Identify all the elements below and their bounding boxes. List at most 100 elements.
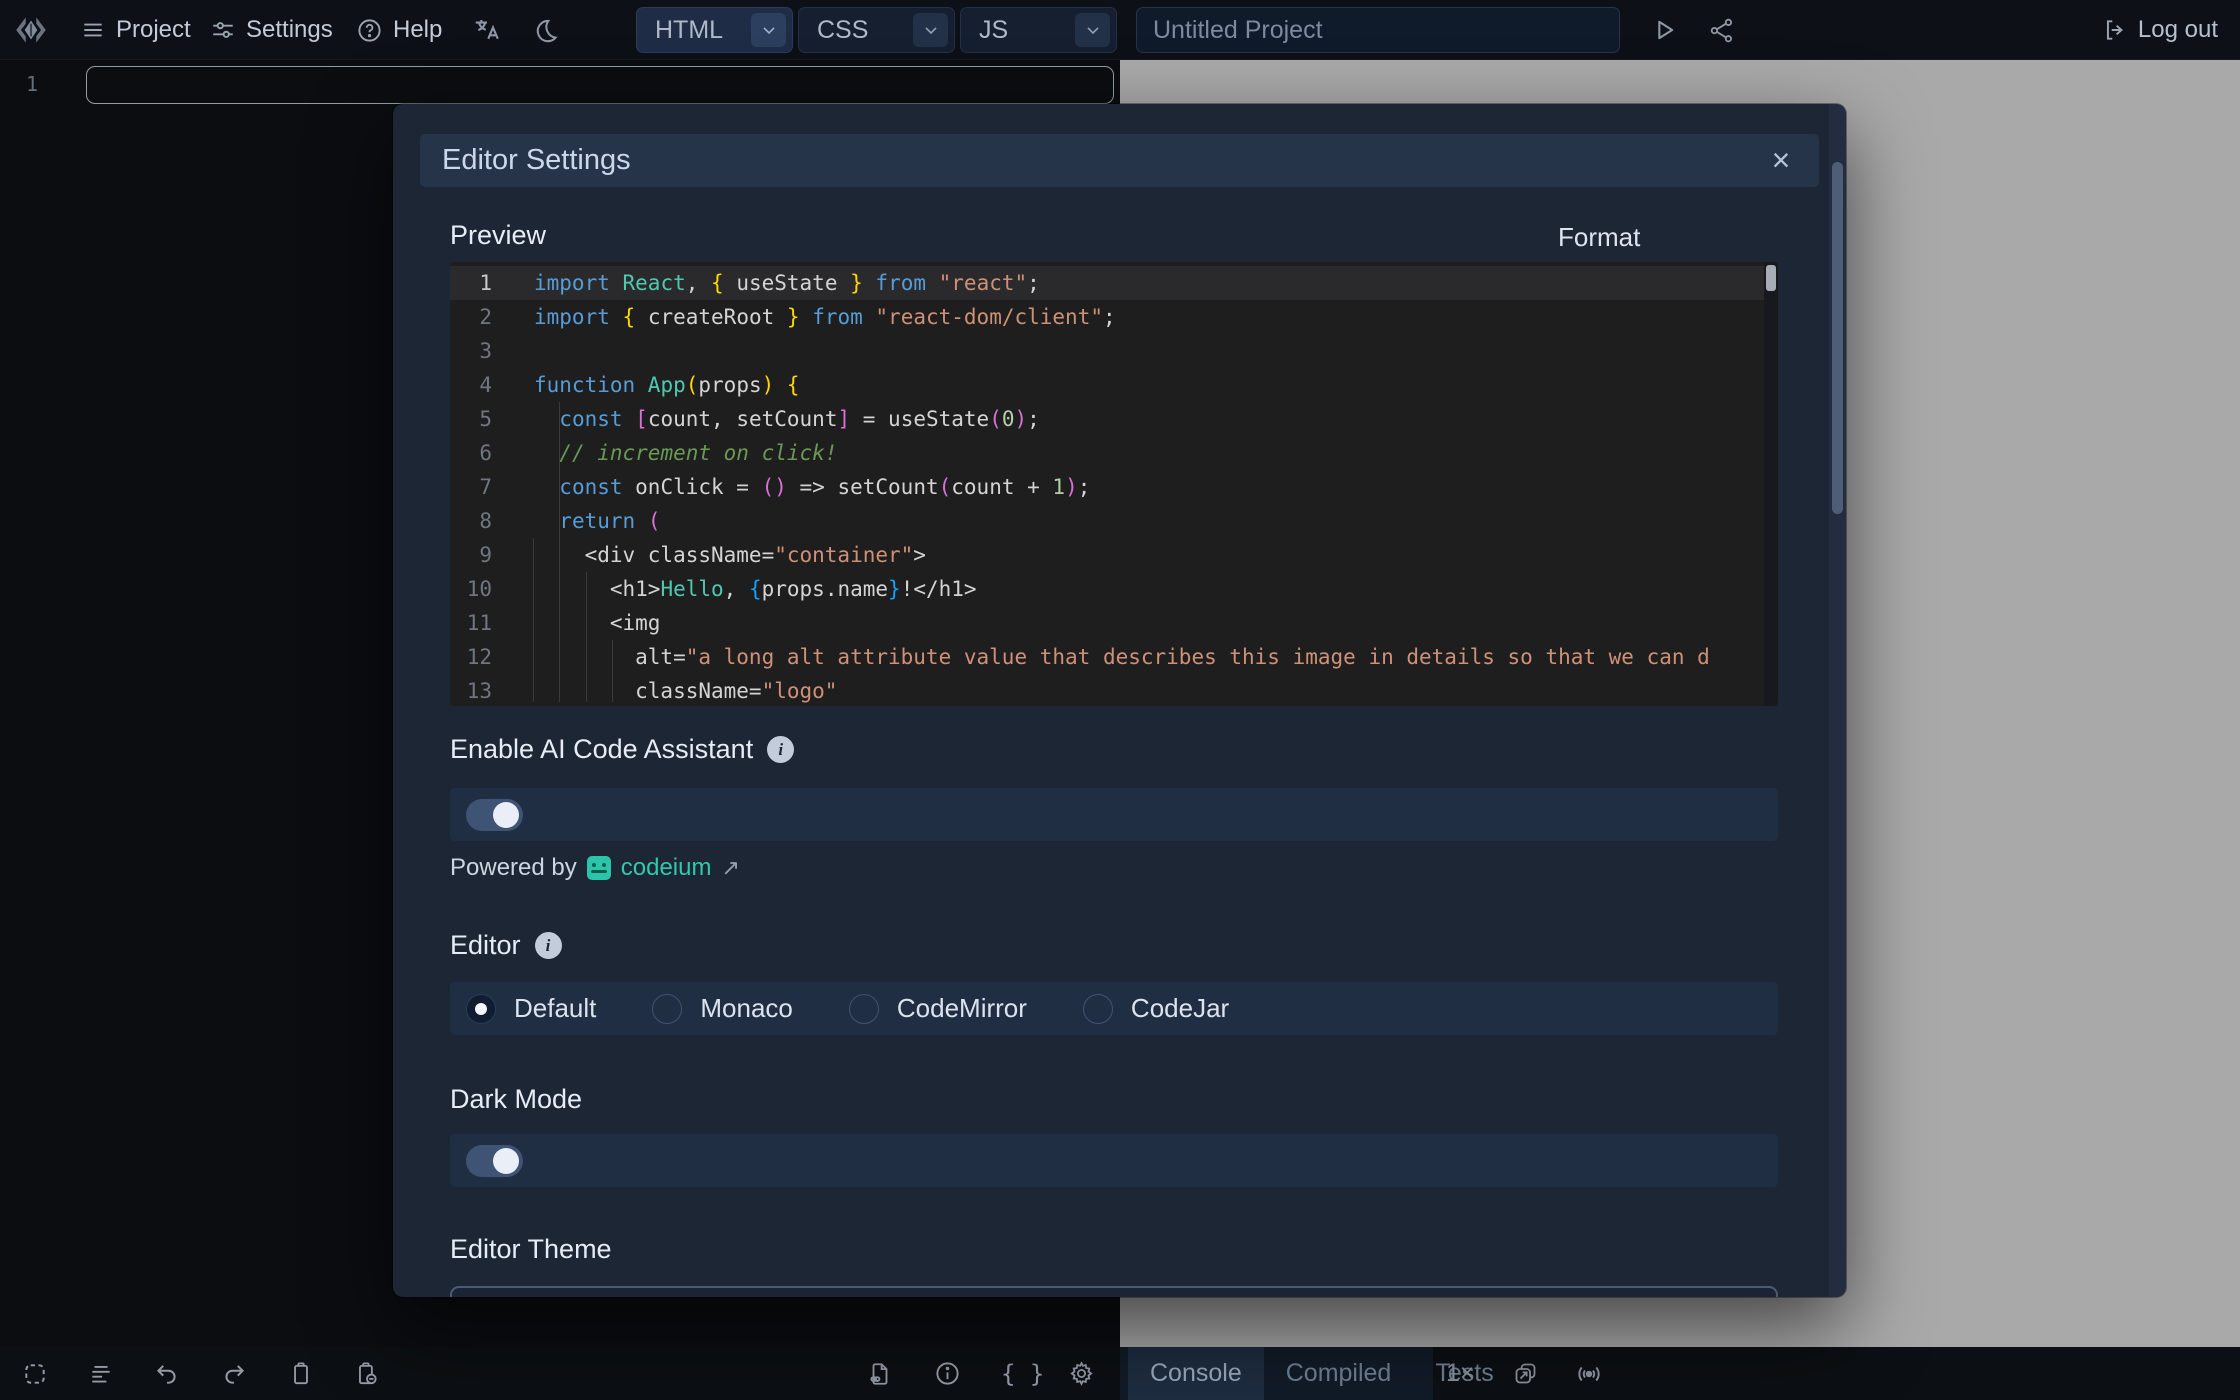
hamburger-icon — [80, 17, 106, 43]
dark-mode-toggle[interactable] — [466, 1145, 523, 1177]
translate-button[interactable] — [472, 0, 502, 60]
ai-assistant-label: Enable AI Code Assistant i — [450, 734, 794, 765]
file-tab-html[interactable]: HTML — [636, 7, 793, 53]
preview-section-label: Preview — [450, 220, 546, 251]
live-reload-icon — [1574, 1359, 1604, 1389]
help-icon — [356, 17, 383, 44]
file-link-button[interactable] — [867, 1347, 893, 1400]
format-button[interactable]: Format — [1558, 222, 1640, 253]
run-button[interactable] — [1650, 0, 1678, 60]
prettify-button[interactable]: { } — [1001, 1347, 1044, 1400]
indent-guide — [586, 572, 587, 702]
tab-compiled[interactable]: Compiled — [1264, 1347, 1414, 1400]
code-line: 1import React, { useState } from "react"… — [450, 266, 1778, 300]
file-tab-html-dropdown[interactable] — [751, 13, 786, 47]
modal-scrollbar-thumb[interactable] — [1832, 162, 1843, 514]
code-preview-block[interactable]: 1import React, { useState } from "react"… — [450, 262, 1778, 706]
radio-option-codemirror[interactable]: CodeMirror — [849, 993, 1027, 1024]
modal-header[interactable]: Editor Settings × — [420, 134, 1819, 187]
radio-circle — [1083, 994, 1113, 1024]
translate-icon — [472, 15, 502, 45]
redo-button[interactable] — [221, 1347, 247, 1400]
file-tab-js[interactable]: JS — [960, 7, 1117, 53]
ai-assistant-toggle[interactable] — [466, 799, 523, 831]
indent-guide — [612, 640, 613, 702]
code-line: 4function App(props) { — [450, 368, 1778, 402]
code-line: 11 <img — [450, 606, 1778, 640]
toggle-knob — [493, 802, 519, 828]
tab-console[interactable]: Console — [1128, 1347, 1264, 1400]
menu-help[interactable]: Help — [356, 0, 442, 60]
toggle-knob — [493, 1148, 519, 1174]
dark-mode-toggle-row[interactable] — [450, 1134, 1778, 1187]
code-line: 2import { createRoot } from "react-dom/c… — [450, 300, 1778, 334]
copy-button[interactable] — [288, 1347, 314, 1400]
console-tab-strip: Console Compiled Tests — [1120, 1347, 1433, 1400]
codeium-link[interactable]: codeium — [621, 854, 712, 882]
code-scrollbar-track[interactable] — [1764, 262, 1778, 706]
logout-label: Log out — [2138, 16, 2218, 44]
undo-button[interactable] — [154, 1347, 180, 1400]
info-button[interactable] — [934, 1347, 961, 1400]
share-button[interactable] — [1708, 0, 1736, 60]
moon-icon — [532, 17, 559, 44]
menu-settings-label: Settings — [246, 16, 333, 44]
file-tab-js-dropdown[interactable] — [1075, 13, 1110, 47]
chevron-down-icon — [1083, 20, 1103, 40]
file-tab-css[interactable]: CSS — [798, 7, 955, 53]
align-lines-icon — [88, 1361, 114, 1387]
editor-theme-select[interactable] — [450, 1286, 1778, 1297]
chevron-down-icon — [921, 20, 941, 40]
braces-icon: { } — [1001, 1360, 1044, 1388]
indent-guide — [559, 402, 560, 702]
info-icon[interactable]: i — [535, 932, 562, 959]
file-tab-js-label: JS — [979, 16, 1008, 45]
code-lines: 1import React, { useState } from "react"… — [450, 266, 1778, 706]
chevron-down-icon — [759, 20, 779, 40]
editor-line-number: 1 — [26, 72, 38, 96]
close-icon[interactable]: × — [1759, 134, 1803, 187]
clipboard-icon — [288, 1361, 314, 1387]
editor-active-line-box[interactable] — [86, 66, 1114, 104]
open-preview-icon — [1512, 1360, 1539, 1387]
radio-option-default[interactable]: Default — [466, 993, 596, 1024]
project-name-input[interactable]: Untitled Project — [1136, 7, 1620, 53]
selection-box-button[interactable] — [22, 1347, 48, 1400]
selection-box-icon — [22, 1361, 48, 1387]
modal-scrollbar-track[interactable] — [1829, 104, 1846, 1297]
code-line: 13 className="logo" — [450, 674, 1778, 706]
menu-settings[interactable]: Settings — [210, 0, 333, 60]
radio-option-codejar[interactable]: CodeJar — [1083, 993, 1229, 1024]
code-scrollbar-thumb[interactable] — [1766, 265, 1776, 291]
live-reload-button[interactable] — [1574, 1347, 1604, 1400]
code-line: 12 alt="a long alt attribute value that … — [450, 640, 1778, 674]
app-logo[interactable] — [12, 0, 50, 60]
radio-circle — [652, 994, 682, 1024]
radio-option-monaco[interactable]: Monaco — [652, 993, 793, 1024]
logout-button[interactable]: Log out — [2102, 0, 2218, 60]
settings-button[interactable] — [1068, 1347, 1095, 1400]
file-tab-css-label: CSS — [817, 16, 868, 45]
code-line: 8 return ( — [450, 504, 1778, 538]
undo-icon — [154, 1361, 180, 1387]
radio-circle — [466, 994, 496, 1024]
code-line: 5 const [count, setCount] = useState(0); — [450, 402, 1778, 436]
file-tab-css-dropdown[interactable] — [913, 13, 948, 47]
paste-remove-button[interactable] — [354, 1347, 380, 1400]
indent-guide — [533, 538, 534, 702]
zoom-level[interactable]: 1× — [1446, 1347, 1475, 1400]
top-toolbar: Project Settings Help HTML CSS — [0, 0, 2240, 60]
external-link-icon: ↗ — [721, 855, 739, 881]
ai-assistant-toggle-row[interactable] — [450, 788, 1778, 841]
menu-project[interactable]: Project — [80, 0, 191, 60]
format-lines-button[interactable] — [88, 1347, 114, 1400]
modal-title: Editor Settings — [442, 144, 631, 177]
dark-mode-label: Dark Mode — [450, 1084, 582, 1115]
open-preview-button[interactable] — [1512, 1347, 1539, 1400]
theme-toggle-button[interactable] — [532, 0, 559, 60]
code-line: 7 const onClick = () => setCount(count +… — [450, 470, 1778, 504]
info-icon[interactable]: i — [767, 736, 794, 763]
radio-circle — [849, 994, 879, 1024]
logo-icon — [12, 11, 50, 49]
codeium-logo-icon — [587, 856, 611, 880]
